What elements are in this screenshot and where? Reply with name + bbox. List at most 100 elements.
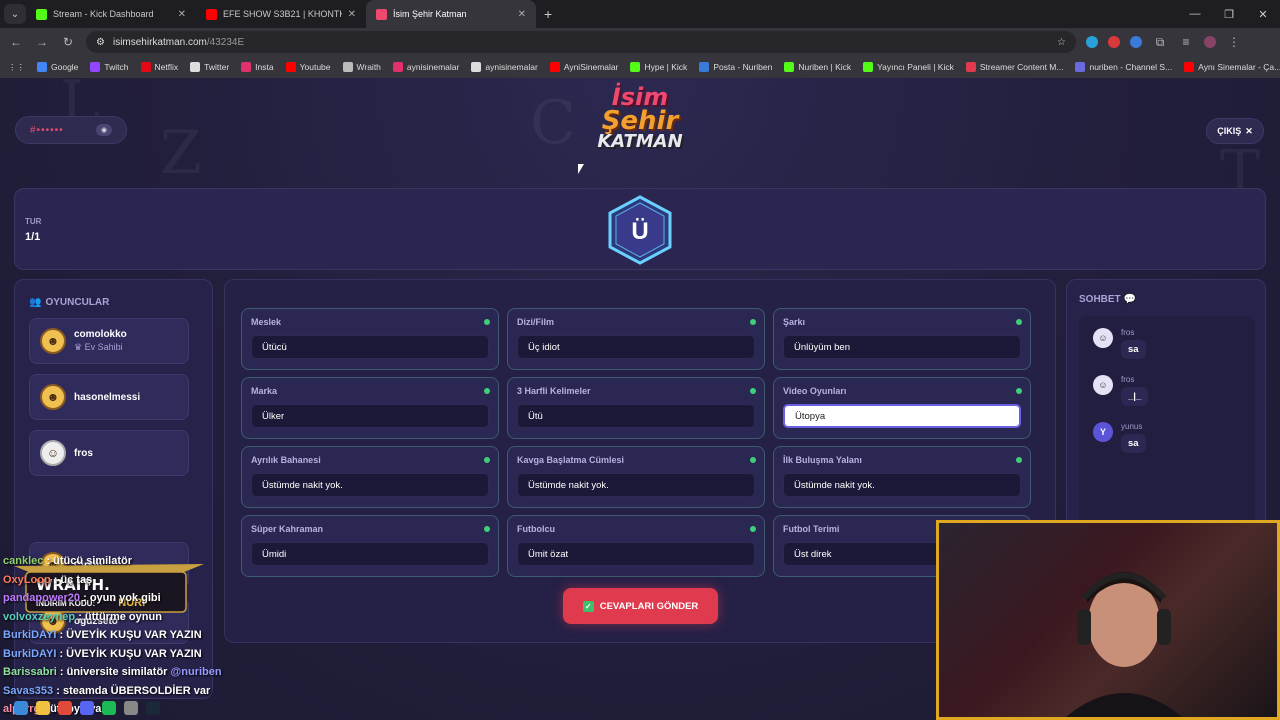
answer-input[interactable] [517, 542, 755, 566]
stream-chat-text: : steamda ÜBERSOLDİER var [56, 684, 211, 697]
url-host: isimsehirkatman.com [112, 36, 207, 48]
extensions-puzzle-icon[interactable]: ⧉ [1152, 35, 1168, 50]
chat-header: SOHBET 💬 [1079, 294, 1136, 305]
round-value: 1/1 [25, 231, 41, 243]
windows-start-icon[interactable] [14, 701, 28, 715]
logo-line: Şehir [601, 105, 679, 136]
player-card[interactable]: ☻ comolokko ♛ Ev Sahibi [29, 318, 189, 364]
bookmark-item[interactable]: AyniSinemalar [549, 62, 618, 72]
send-answers-button[interactable]: ✓ CEVAPLARI GÖNDER [563, 588, 718, 624]
streamer-video [1066, 572, 1182, 717]
category-title: Futbolcu [517, 524, 555, 534]
reload-icon[interactable]: ↻ [60, 35, 76, 49]
bookmark-item[interactable]: Wraith [342, 62, 381, 72]
answer-input[interactable] [517, 404, 755, 428]
category-title: Ayrılık Bahanesi [251, 455, 321, 465]
extension-icon[interactable] [1086, 36, 1098, 48]
bookmark-item[interactable]: Youtube [285, 62, 331, 72]
bookmark-item[interactable]: Aynı Sinemalar - Ça... [1184, 62, 1280, 72]
tab-title: EFE SHOW S3B21 | KHONTKAR [223, 9, 342, 19]
extension-icon[interactable] [1130, 36, 1142, 48]
answer-input[interactable] [783, 473, 1021, 497]
apps-icon[interactable]: ⋮⋮ [8, 62, 25, 73]
stream-chat-mention: @nuriben [170, 666, 222, 678]
status-dot [750, 319, 756, 325]
player-card[interactable]: ☻ hasonelmessi [29, 374, 189, 420]
window-close-icon[interactable]: ✕ [1246, 0, 1280, 28]
category-title: Video Oyunları [783, 386, 847, 396]
spotify-icon[interactable] [102, 701, 116, 715]
answer-input[interactable] [517, 335, 755, 359]
category-card: 3 Harfli Kelimeler [507, 377, 765, 439]
logo-line: KATMAN [597, 131, 683, 153]
profile-avatar[interactable] [1204, 36, 1216, 48]
chrome-icon[interactable] [58, 701, 72, 715]
bookmark-item[interactable]: Posta - Nuriben [699, 62, 772, 72]
close-icon[interactable]: ✕ [348, 9, 356, 20]
stream-chat-text: : üç taş [53, 573, 93, 586]
bookmark-item[interactable]: Insta [241, 62, 274, 72]
menu-kebab-icon[interactable]: ⋮ [1226, 35, 1242, 49]
status-dot [750, 388, 756, 394]
minimize-icon[interactable]: — [1178, 0, 1212, 28]
bookmark-item[interactable]: Twitter [190, 62, 229, 72]
obs-icon[interactable] [124, 701, 138, 715]
background-letter-decoration: C [530, 88, 576, 158]
bookmark-item[interactable]: nuriben - Channel S... [1075, 62, 1172, 72]
category-title: Kavga Başlatma Cümlesi [517, 455, 625, 465]
answer-input[interactable] [251, 335, 489, 359]
bookmark-label: aynisinemalar [406, 62, 460, 72]
answer-input[interactable] [251, 473, 489, 497]
close-icon[interactable]: ✕ [518, 9, 526, 20]
url-field[interactable]: ⚙ isimsehirkatman.com/43234E ☆ [86, 31, 1076, 53]
category-title: İlk Buluşma Yalanı [783, 455, 862, 465]
back-icon[interactable]: ← [8, 35, 24, 49]
close-icon[interactable]: ✕ [178, 9, 186, 20]
players-header: 👥 OYUNCULAR [29, 297, 109, 308]
browser-tab[interactable]: Stream - Kick Dashboard ✕ [26, 0, 196, 28]
player-name: comolokko [74, 329, 127, 340]
exit-button[interactable]: ÇIKIŞ ✕ [1206, 118, 1264, 144]
answer-input[interactable] [251, 542, 489, 566]
answer-input-focused[interactable] [783, 404, 1021, 428]
reading-list-icon[interactable]: ≡ [1178, 35, 1194, 49]
room-code-pill: #•••••• ◉ [15, 116, 127, 144]
browser-tab-active[interactable]: İsim Şehir Katman ✕ [366, 0, 536, 28]
close-icon: ✕ [1245, 125, 1253, 136]
bookmark-item[interactable]: Netflix [140, 62, 178, 72]
file-explorer-icon[interactable] [36, 701, 50, 715]
browser-tab[interactable]: EFE SHOW S3B21 | KHONTKAR ✕ [196, 0, 366, 28]
speech-bubble-icon: 💬 [1123, 294, 1136, 305]
bookmark-label: Wraith [356, 62, 381, 72]
bookmark-item[interactable]: Twitch [90, 62, 129, 72]
bookmark-item[interactable]: aynisinemalar [471, 62, 538, 72]
answer-input[interactable] [251, 404, 489, 428]
site-info-icon[interactable]: ⚙ [96, 37, 105, 48]
bookmark-item[interactable]: Nuriben | Kick [784, 62, 851, 72]
bookmark-item[interactable]: Streamer Content M... [965, 62, 1063, 72]
answer-input[interactable] [783, 335, 1021, 359]
tab-search-button[interactable]: ⌄ [4, 4, 26, 24]
bookmark-item[interactable]: Google [37, 62, 78, 72]
new-tab-button[interactable]: + [544, 6, 552, 22]
bookmark-item[interactable]: Yayıncı Paneli | Kick [863, 62, 954, 72]
kick-icon [36, 8, 47, 20]
status-dot [484, 526, 490, 532]
chat-message: ☺ fros sa [1093, 328, 1146, 359]
discord-icon[interactable] [80, 701, 94, 715]
answer-input[interactable] [517, 473, 755, 497]
bookmark-item[interactable]: aynisinemalar [392, 62, 460, 72]
forward-icon[interactable]: → [34, 35, 50, 49]
eye-icon[interactable]: ◉ [96, 124, 112, 136]
bookmark-item[interactable]: Hype | Kick [630, 62, 687, 72]
players-title: OYUNCULAR [45, 297, 110, 308]
url-path: /43234E [206, 36, 245, 48]
maximize-icon[interactable]: ❐ [1212, 0, 1246, 28]
bookmark-label: aynisinemalar [485, 62, 538, 72]
status-dot [1016, 457, 1022, 463]
player-card[interactable]: ☺ fros [29, 430, 189, 476]
bookmark-star-icon[interactable]: ☆ [1057, 37, 1066, 48]
exit-label: ÇIKIŞ [1217, 126, 1242, 136]
steam-icon[interactable] [146, 701, 160, 715]
extension-icon[interactable] [1108, 36, 1120, 48]
